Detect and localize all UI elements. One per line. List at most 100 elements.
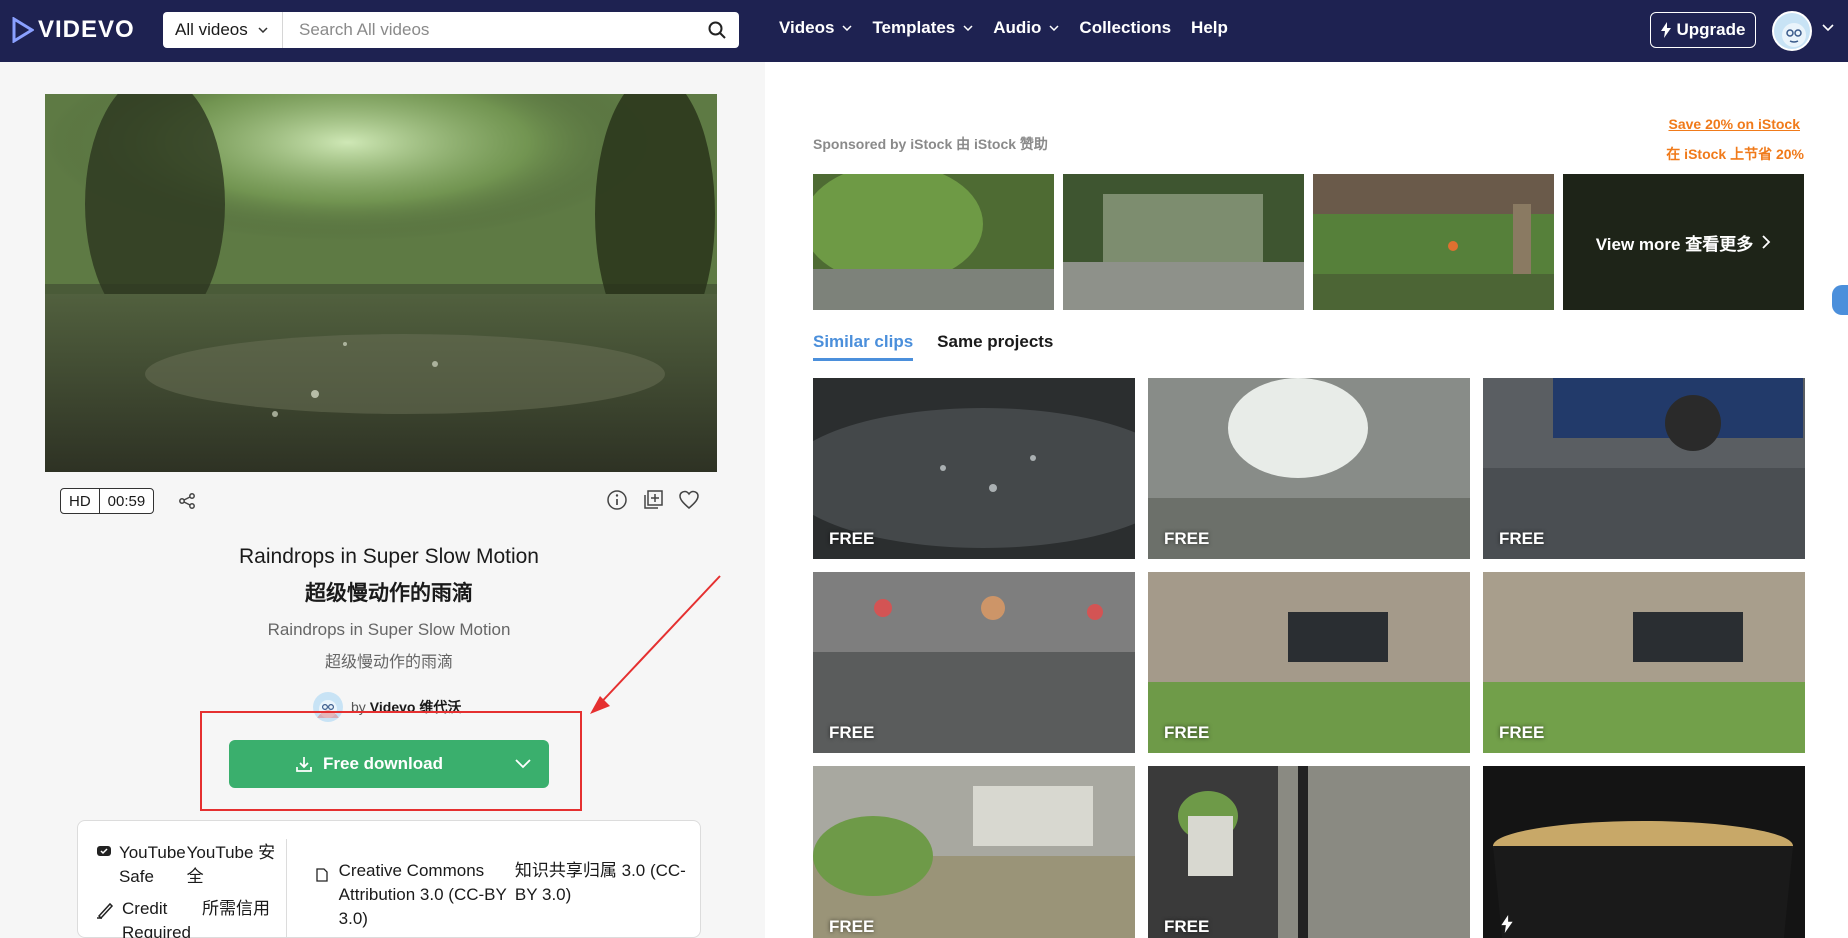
upgrade-label: Upgrade: [1676, 20, 1746, 39]
clip-card[interactable]: FREE: [813, 766, 1135, 938]
heart-icon[interactable]: [678, 489, 700, 511]
thumb-image: [1063, 174, 1304, 310]
cc-license-zh: 知识共享归属 3.0 (CC-BY 3.0): [514, 861, 686, 904]
video-title-en: Raindrops in Super Slow Motion: [239, 545, 539, 568]
nav-label: Help: [1191, 18, 1228, 37]
free-badge: FREE: [1499, 529, 1545, 548]
download-icon: [296, 757, 312, 772]
clip-card[interactable]: FREE: [1483, 378, 1805, 559]
clip-card[interactable]: FREE: [1148, 766, 1470, 938]
logo-text: VIDEVO: [38, 16, 135, 43]
free-download-main[interactable]: Free download: [229, 754, 497, 774]
chevron-down-icon: [515, 759, 531, 769]
upgrade-button[interactable]: Upgrade: [1650, 12, 1756, 48]
nav-templates[interactable]: Templates: [872, 18, 973, 38]
video-player[interactable]: [45, 94, 717, 472]
search-icon: [708, 21, 726, 39]
cc-license-row: Creative Commons Attribution 3.0 (CC-BY …: [316, 859, 700, 931]
clip-card[interactable]: FREE: [813, 378, 1135, 559]
view-more-label: View more 查看更多: [1595, 234, 1754, 254]
chevron-down-icon: [1049, 25, 1059, 31]
top-navbar: VIDEVO All videos Videos Templates Audio…: [0, 0, 1848, 62]
nav-label: Collections: [1079, 18, 1172, 37]
avatar-face-icon: [1782, 23, 1806, 47]
nav-help[interactable]: Help: [1191, 18, 1228, 38]
clip-thumbnail: [1483, 766, 1805, 938]
credit-required-row: Credit Required 所需信用: [96, 897, 276, 938]
add-to-collection-icon[interactable]: [642, 489, 664, 511]
video-action-icons: [606, 489, 714, 511]
istock-save-link[interactable]: Save 20% on iStock: [1668, 116, 1800, 132]
nav-label: Audio: [993, 18, 1042, 37]
chevron-down-icon[interactable]: [1822, 24, 1834, 32]
free-badge: FREE: [829, 723, 875, 742]
istock-sponsored-row: View more 查看更多: [813, 174, 1804, 310]
chevron-down-icon: [963, 25, 973, 31]
youtube-check-icon: [97, 846, 111, 856]
thumb-image: [813, 174, 1054, 310]
free-download-button[interactable]: Free download: [229, 740, 549, 788]
clip-card[interactable]: FREE: [813, 572, 1135, 753]
chevron-down-icon: [258, 27, 268, 33]
info-icon[interactable]: [606, 489, 628, 511]
side-translate-widget[interactable]: [1832, 285, 1848, 315]
nav-label: Templates: [872, 18, 956, 37]
search-button[interactable]: [695, 12, 739, 48]
free-badge: FREE: [829, 917, 875, 936]
search-category-select[interactable]: All videos: [163, 12, 283, 48]
search-category-label: All videos: [175, 20, 248, 39]
tab-same-projects[interactable]: Same projects: [937, 332, 1053, 361]
free-badge: FREE: [1164, 529, 1210, 548]
play-logo-icon: [12, 17, 34, 43]
license-info-card: YouTube Safe YouTube 安全 Credit Required …: [77, 820, 701, 938]
license-divider: [286, 839, 287, 938]
share-icon[interactable]: [178, 492, 196, 510]
nav-videos[interactable]: Videos: [779, 18, 852, 38]
clips-tabs: Similar clips Same projects: [813, 332, 1053, 361]
videvo-logo[interactable]: VIDEVO: [12, 15, 135, 45]
search-bar: All videos: [163, 12, 739, 48]
search-input[interactable]: [283, 13, 695, 47]
rain-video-frame: [45, 94, 717, 472]
download-options-toggle[interactable]: [497, 740, 549, 788]
lightning-icon: [1501, 915, 1513, 933]
free-badge: FREE: [1499, 723, 1545, 742]
clip-card[interactable]: FREE: [1483, 572, 1805, 753]
nav-audio[interactable]: Audio: [993, 18, 1059, 38]
quality-duration-badge: HD 00:59: [60, 488, 155, 514]
clip-card[interactable]: FREE: [1148, 572, 1470, 753]
youtube-safe-en: YouTube Safe: [118, 843, 186, 886]
nav-collections[interactable]: Collections: [1079, 18, 1171, 38]
free-badge: FREE: [1164, 917, 1210, 936]
chevron-right-icon: [1762, 235, 1771, 249]
youtube-safe-zh: YouTube 安全: [186, 843, 276, 886]
istock-save-zh[interactable]: 在 iStock 上节省 20%: [1666, 144, 1804, 164]
signature-icon: [97, 902, 114, 920]
thumb-image: [1313, 174, 1554, 310]
download-label: Free download: [323, 754, 443, 773]
video-meta-tools: HD 00:59: [60, 488, 196, 514]
clip-card[interactable]: FREE: [1148, 378, 1470, 559]
document-icon: [316, 868, 328, 882]
istock-thumb[interactable]: [1063, 174, 1304, 310]
istock-thumb[interactable]: [1313, 174, 1554, 310]
sponsor-label: Sponsored by iStock 由 iStock 赞助: [813, 136, 1048, 152]
annotation-arrow: [590, 575, 721, 714]
istock-view-more[interactable]: View more 查看更多: [1563, 174, 1804, 310]
user-avatar[interactable]: [1772, 11, 1812, 51]
clip-thumbnail: [813, 766, 1135, 938]
free-badge: FREE: [829, 529, 875, 548]
clip-thumbnail: [1148, 766, 1470, 938]
youtube-safe-row: YouTube Safe YouTube 安全: [96, 841, 276, 889]
tab-similar-clips[interactable]: Similar clips: [813, 332, 914, 361]
credit-required-zh: 所需信用: [202, 899, 270, 918]
lightning-icon: [1660, 22, 1671, 38]
cc-license-en[interactable]: Creative Commons Attribution 3.0 (CC-BY …: [339, 859, 513, 931]
credit-required-en: Credit Required: [122, 899, 191, 938]
free-badge: FREE: [1164, 723, 1210, 742]
main-nav: Videos Templates Audio Collections Help: [779, 18, 1248, 38]
chevron-down-icon: [842, 25, 852, 31]
nav-label: Videos: [779, 18, 835, 37]
istock-thumb[interactable]: [813, 174, 1054, 310]
clip-card[interactable]: [1483, 766, 1805, 938]
